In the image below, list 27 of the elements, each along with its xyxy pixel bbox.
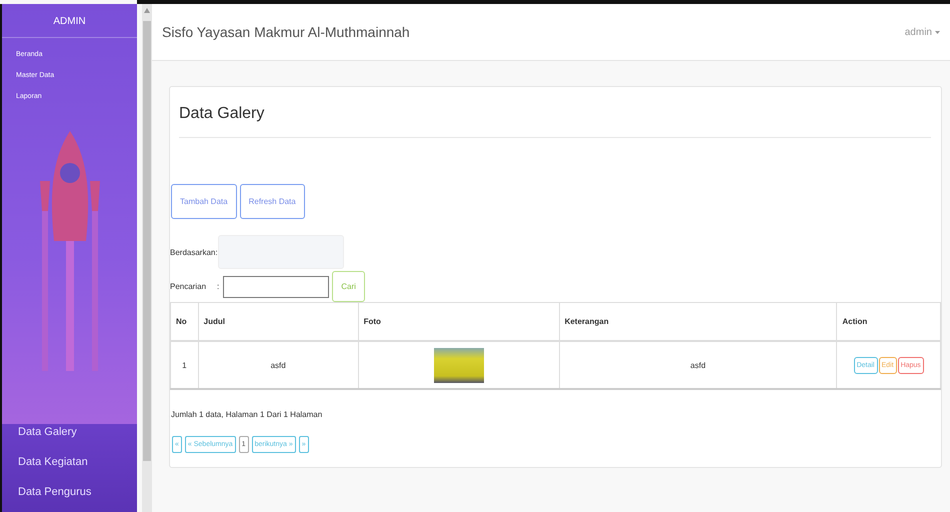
sidebar-item[interactable]: Data Galery (2, 424, 137, 452)
search-button[interactable]: Cari (332, 271, 365, 302)
column-header: Foto (358, 302, 560, 341)
app-title: Sisfo Yayasan Makmur Al-Muthmainnah (162, 24, 410, 40)
scroll-up-icon[interactable] (144, 8, 150, 13)
user-menu[interactable]: admin (904, 26, 932, 38)
summary-text: Jumlah 1 data, Halaman 1 Dari 1 Halaman (171, 410, 324, 419)
column-header: No (170, 302, 198, 341)
table-cell: asfd (198, 341, 358, 389)
search-label: Pencarian (170, 282, 206, 291)
action-button[interactable]: Refresh Data (240, 184, 305, 219)
search-field[interactable] (223, 276, 330, 298)
column-header: Action (836, 302, 940, 341)
column-header: Keterangan (559, 302, 837, 341)
table-cell: 1 (170, 341, 198, 389)
sidebar-item[interactable]: Data Pengurus (2, 482, 137, 512)
action-button[interactable]: Tambah Data (171, 184, 237, 219)
separator-label: : (217, 282, 220, 291)
photo-placeholder (434, 348, 484, 382)
sidebar-item[interactable]: Data Kegiatan (2, 452, 137, 482)
caret-icon[interactable] (935, 30, 940, 34)
table-cell: asfd (559, 341, 837, 389)
filter-label: Berdasarkan: (170, 248, 218, 256)
scrollbar-thumb[interactable] (143, 21, 151, 461)
panel-title: Data Galery (179, 87, 931, 138)
column-header: Judul (198, 302, 358, 341)
sidebar-title: ADMIN (2, 4, 137, 38)
